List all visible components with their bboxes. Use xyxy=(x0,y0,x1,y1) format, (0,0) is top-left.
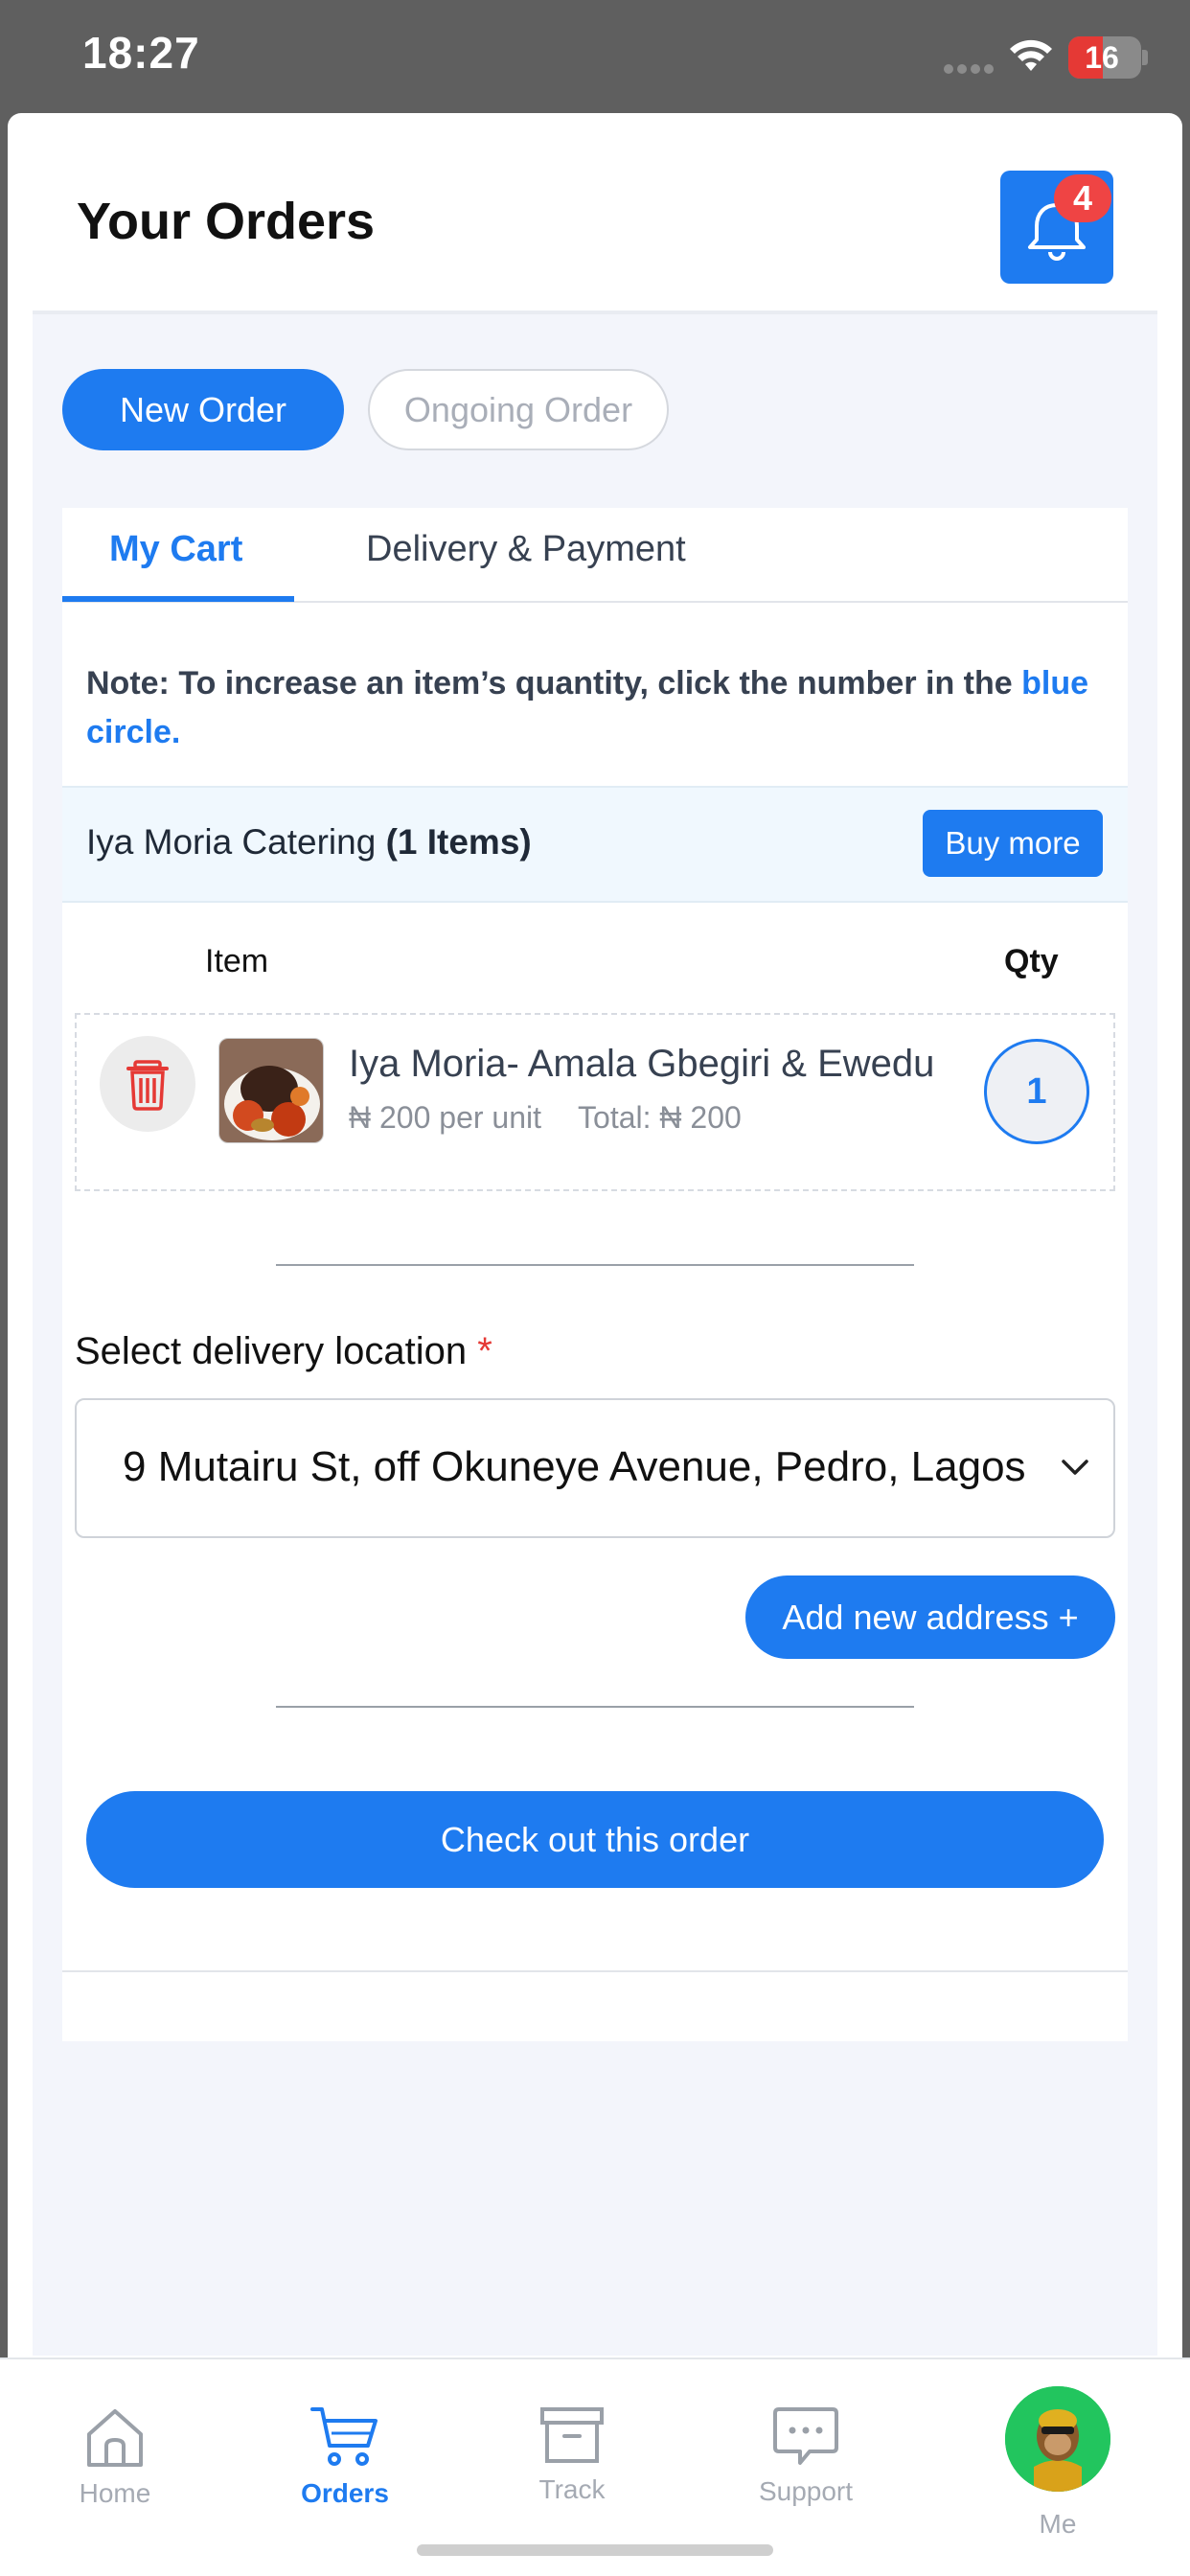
card-divider xyxy=(62,1970,1128,1972)
column-header-item: Item xyxy=(205,943,269,979)
quantity-button[interactable]: 1 xyxy=(984,1039,1089,1144)
notification-badge: 4 xyxy=(1054,174,1111,222)
page-title: Your Orders xyxy=(77,193,376,250)
delivery-location-label: Select delivery location * xyxy=(75,1330,492,1372)
battery-level: 16 xyxy=(1085,40,1119,75)
unit-price: ₦ 200 per unit xyxy=(349,1100,542,1135)
buy-more-button[interactable]: Buy more xyxy=(923,810,1103,877)
nav-home[interactable]: Home xyxy=(57,2404,172,2509)
item-name: Iya Moria- Amala Gbegiri & Ewedu xyxy=(349,1043,935,1085)
tab-my-cart[interactable]: My Cart xyxy=(109,529,242,570)
status-time: 18:27 xyxy=(82,28,200,78)
vendor-item-count: (1 Items) xyxy=(385,822,532,862)
battery-icon: 16 xyxy=(1068,36,1141,79)
item-price: ₦ 200 per unit Total: ₦ 200 xyxy=(349,1100,742,1136)
divider xyxy=(276,1264,914,1266)
nav-support[interactable]: Support xyxy=(745,2404,866,2507)
archive-box-icon xyxy=(540,2407,604,2463)
wifi-icon xyxy=(1010,39,1052,71)
home-icon xyxy=(87,2409,143,2467)
item-total: Total: ₦ 200 xyxy=(578,1100,742,1135)
checkout-button[interactable]: Check out this order xyxy=(86,1791,1104,1888)
avatar xyxy=(1005,2386,1110,2492)
selected-address: 9 Mutairu St, off Okuneye Avenue, Pedro,… xyxy=(123,1443,1026,1490)
chevron-down-icon xyxy=(1062,1460,1088,1475)
cellular-signal-icon xyxy=(944,61,997,74)
column-header-qty: Qty xyxy=(1004,943,1059,979)
chat-bubble-icon xyxy=(773,2407,838,2465)
quantity-note: Note: To increase an item’s quantity, cl… xyxy=(86,665,1089,750)
vendor-name: Iya Moria Catering (1 Items) xyxy=(86,822,532,862)
item-thumbnail xyxy=(218,1038,324,1143)
tab-delivery-payment[interactable]: Delivery & Payment xyxy=(366,529,686,570)
nav-orders[interactable]: Orders xyxy=(287,2404,402,2509)
ongoing-order-button[interactable]: Ongoing Order xyxy=(368,369,669,450)
active-tab-indicator xyxy=(62,596,294,602)
divider xyxy=(276,1706,914,1708)
nav-me[interactable]: Me xyxy=(1000,2386,1115,2540)
new-order-button[interactable]: New Order xyxy=(62,369,344,450)
home-indicator xyxy=(417,2544,773,2556)
trash-icon xyxy=(126,1060,169,1111)
required-mark: * xyxy=(477,1330,492,1372)
add-new-address-button[interactable]: Add new address + xyxy=(745,1576,1115,1659)
cart-icon xyxy=(310,2407,378,2466)
delete-item-button[interactable] xyxy=(100,1036,195,1132)
nav-track[interactable]: Track xyxy=(515,2404,629,2505)
